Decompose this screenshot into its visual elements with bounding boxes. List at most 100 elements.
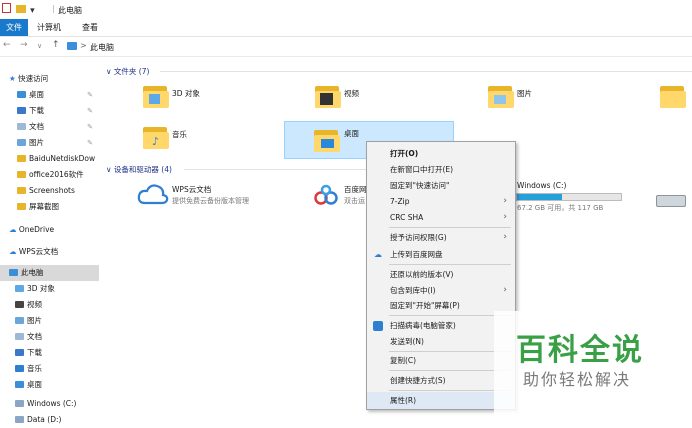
drive-free-space: 67.2 GB 可用，共 117 GB — [517, 204, 604, 212]
drive-c-device[interactable]: Windows (C:) 67.2 GB 可用，共 117 GB — [516, 180, 626, 214]
drive-icon — [15, 416, 24, 423]
sidebar-item-pc-downloads[interactable]: 下载 — [0, 345, 99, 361]
menu-item-label: 复制(C) — [390, 356, 417, 365]
device-description: 双击运 — [344, 197, 365, 205]
sidebar-item-pc-documents[interactable]: 文档 — [0, 329, 99, 345]
dropdown-arrow-icon[interactable]: ▾ — [30, 6, 35, 16]
menu-item-send-to[interactable]: 发送到(N) — [367, 333, 515, 350]
sidebar-item-pc-desktop[interactable]: 桌面 — [0, 377, 99, 393]
sidebar-item-office2016[interactable]: office2016软件 — [0, 167, 99, 183]
pin-icon[interactable]: ✎ — [87, 119, 93, 135]
submenu-arrow-icon: › — [503, 232, 507, 242]
sidebar-item-label: 文档 — [27, 332, 42, 341]
sidebar-item-pc-pictures[interactable]: 图片 — [0, 313, 99, 329]
menu-item-grant-access[interactable]: 授予访问权限(G) › — [367, 229, 515, 246]
sidebar-item-this-pc[interactable]: 此电脑 — [0, 265, 99, 281]
up-icon[interactable]: ↑ — [52, 40, 60, 50]
menu-item-pin-start[interactable]: 固定到"开始"屏幕(P) — [367, 297, 515, 314]
sidebar-item-onedrive[interactable]: ☁ OneDrive — [0, 222, 99, 238]
sidebar-item-baidunetdisk[interactable]: BaiduNetdiskDow — [0, 151, 99, 167]
cloud-icon: ☁ — [9, 225, 17, 234]
menu-item-scan-virus[interactable]: 扫描病毒(电脑管家) — [367, 317, 515, 334]
folder-icon — [17, 171, 26, 178]
properties-icon[interactable] — [2, 3, 11, 13]
folder-item-partial[interactable] — [660, 84, 692, 114]
tab-view[interactable]: 查看 — [76, 19, 104, 36]
folder-item-3d[interactable]: 3D 对象 — [143, 84, 233, 114]
download-icon — [17, 107, 26, 114]
back-icon[interactable]: ← — [3, 40, 11, 50]
devices-group-header[interactable]: ∨ 设备和驱动器 (4) — [106, 164, 172, 175]
sidebar-item-wps[interactable]: ☁ WPS云文档 — [0, 244, 99, 260]
folder-label: 图片 — [517, 89, 532, 98]
folder-music-icon: ♪ — [143, 125, 169, 149]
pc-icon — [9, 269, 18, 276]
folder-label: 3D 对象 — [172, 89, 200, 98]
folder-item-music[interactable]: ♪ 音乐 — [143, 125, 233, 155]
sidebar-item-screenshots[interactable]: Screenshots — [0, 183, 99, 199]
folder-pictures-icon — [488, 84, 514, 108]
menu-item-7zip[interactable]: 7-Zip › — [367, 193, 515, 210]
menu-item-pin-quick-access[interactable]: 固定到"快速访问" — [367, 177, 515, 194]
menu-item-label: 创建快捷方式(S) — [390, 376, 446, 385]
collapse-icon[interactable]: ∨ — [106, 165, 112, 174]
folders-group-header[interactable]: ∨ 文件夹 (7) — [106, 66, 149, 77]
sidebar-item-label: OneDrive — [18, 225, 55, 234]
menu-item-label: 扫描病毒(电脑管家) — [390, 321, 456, 330]
folder-label: 音乐 — [172, 130, 187, 139]
sidebar-item-label: office2016软件 — [29, 170, 84, 179]
navigation-pane: ★ 快速访问 桌面 ✎ 下载 ✎ 文档 ✎ 图片 ✎ BaiduNetdiskD… — [0, 57, 100, 424]
title-bar: ▾ | 此电脑 — [0, 0, 692, 19]
drive-usage-bar — [516, 193, 622, 201]
folder-small-icon[interactable] — [15, 5, 26, 13]
collapse-icon[interactable]: ∨ — [106, 67, 112, 76]
pin-icon[interactable]: ✎ — [87, 87, 93, 103]
menu-item-copy[interactable]: 复制(C) — [367, 352, 515, 369]
baidu-netdisk-device[interactable]: 百度网 双击运 — [313, 181, 367, 211]
menu-item-create-shortcut[interactable]: 创建快捷方式(S) — [367, 372, 515, 389]
sidebar-item-label: 3D 对象 — [27, 284, 55, 293]
tab-computer[interactable]: 计算机 — [32, 19, 66, 36]
tab-file[interactable]: 文件 — [0, 19, 28, 36]
shield-icon — [373, 321, 383, 331]
recent-dropdown-icon[interactable]: ∨ — [37, 42, 42, 50]
wps-cloud-icon — [137, 184, 169, 205]
folder-item-video[interactable]: 视频 — [315, 84, 405, 114]
folder-desktop-icon — [314, 128, 340, 152]
sidebar-item-downloads[interactable]: 下载 ✎ — [0, 103, 99, 119]
quick-access-toolbar[interactable]: ▾ — [2, 3, 35, 16]
drive-partial[interactable] — [654, 185, 692, 215]
menu-item-label: 固定到"开始"屏幕(P) — [390, 301, 460, 310]
menu-item-restore-versions[interactable]: 还原以前的版本(V) — [367, 266, 515, 283]
pin-icon[interactable]: ✎ — [87, 103, 93, 119]
wps-cloud-device[interactable]: WPS云文档 提供免费云备份版本管理 — [137, 181, 277, 211]
menu-item-crc-sha[interactable]: CRC SHA › — [367, 209, 515, 226]
sidebar-quick-access[interactable]: ★ 快速访问 — [0, 71, 99, 87]
sidebar-item-video[interactable]: 视频 — [0, 297, 99, 313]
sidebar-item-music[interactable]: 音乐 — [0, 361, 99, 377]
sidebar-item-3d[interactable]: 3D 对象 — [0, 281, 99, 297]
sidebar-item-desktop[interactable]: 桌面 ✎ — [0, 87, 99, 103]
menu-item-open[interactable]: 打开(O) — [367, 145, 515, 162]
cube-icon — [15, 285, 24, 292]
menu-item-properties[interactable]: 属性(R) — [367, 392, 515, 409]
sidebar-item-label: 音乐 — [27, 364, 42, 373]
folder-label: 视频 — [344, 89, 359, 98]
document-icon — [17, 123, 26, 130]
drive-icon — [656, 195, 686, 207]
sidebar-item-drive-c[interactable]: Windows (C:) — [0, 396, 99, 412]
menu-item-open-new-window[interactable]: 在新窗口中打开(E) — [367, 161, 515, 178]
forward-icon[interactable]: → — [20, 40, 28, 50]
star-icon: ★ — [9, 74, 16, 83]
folder-item-pictures[interactable]: 图片 — [488, 84, 578, 114]
breadcrumb-this-pc[interactable]: 此电脑 — [90, 42, 114, 53]
sidebar-item-pictures[interactable]: 图片 ✎ — [0, 135, 99, 151]
menu-item-upload-baidu[interactable]: ☁ 上传到百度网盘 — [367, 246, 515, 263]
baidu-netdisk-icon — [314, 184, 338, 205]
folder-icon — [17, 203, 26, 210]
sidebar-item-screen-captures[interactable]: 屏幕截图 — [0, 199, 99, 215]
sidebar-item-label: BaiduNetdiskDow — [29, 154, 96, 163]
sidebar-item-documents[interactable]: 文档 ✎ — [0, 119, 99, 135]
sidebar-item-drive-d[interactable]: Data (D:) — [0, 412, 99, 428]
pin-icon[interactable]: ✎ — [87, 135, 93, 151]
